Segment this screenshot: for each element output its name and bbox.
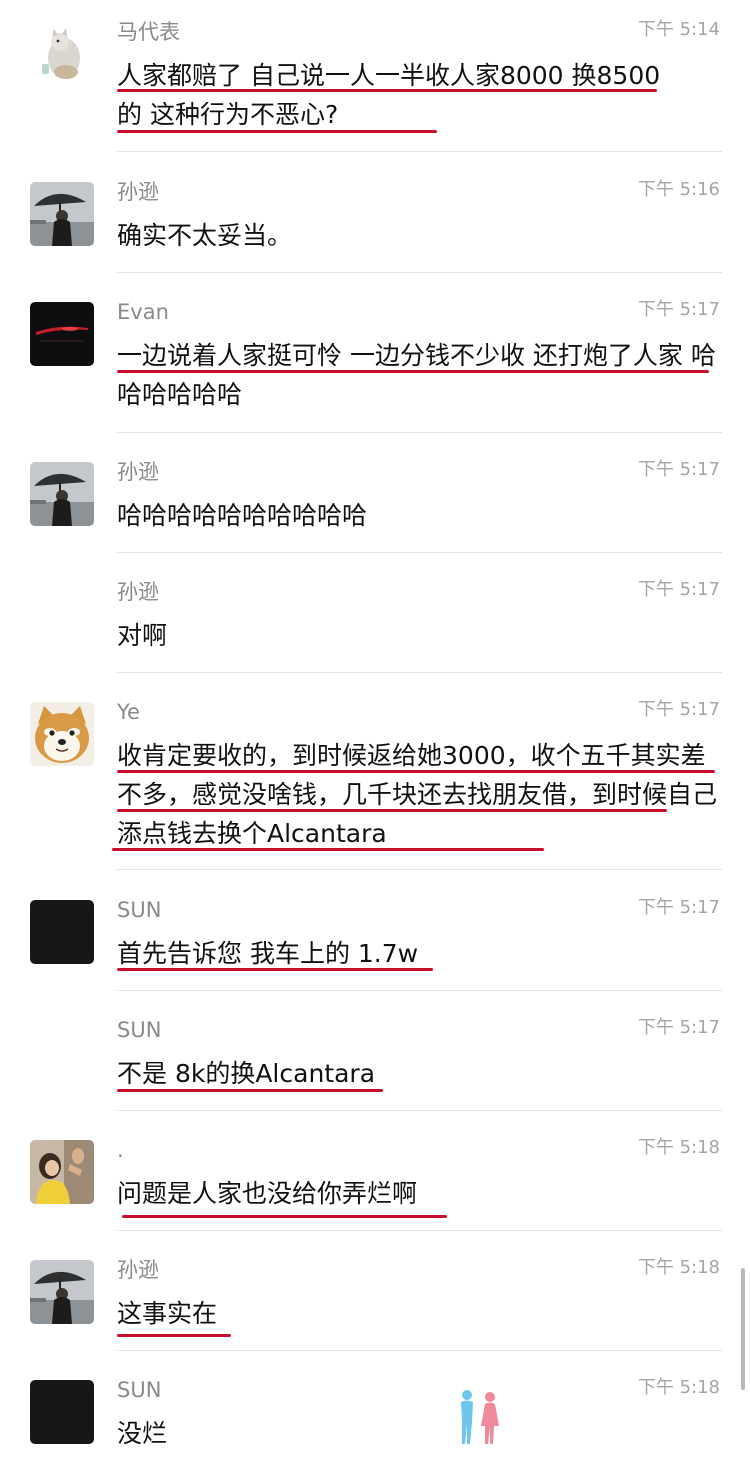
sender-name: SUN [117,1018,162,1042]
message-time: 下午 5:18 [637,1257,720,1278]
cat-figurine-avatar[interactable] [30,22,94,86]
chat-message[interactable]: SUN 下午 5:17 首先告诉您 我车上的 1.7w [0,888,750,991]
sender-name: 马代表 [117,20,180,44]
sender-name: SUN [117,1378,162,1402]
chat-message[interactable]: 孙逊 下午 5:16 确实不太妥当。 [0,170,750,273]
dark-car-taillight-avatar[interactable] [30,302,94,366]
message-time: 下午 5:17 [637,299,720,320]
chat-message[interactable]: SUN 下午 5:17 不是 8k的换Alcantara [0,1008,750,1111]
message-time: 下午 5:17 [637,579,720,600]
message-text: 问题是人家也没给你弄烂啊 [117,1179,418,1208]
highlight-underline [117,770,715,773]
message-text: 人家都赔了 自己说一人一半收人家8000 换8500的 这种行为不恶心? [117,61,661,129]
message-time: 下午 5:17 [637,459,720,480]
sender-name: 孙逊 [117,460,159,484]
sender-name: SUN [117,898,162,922]
message-text: 没烂 [117,1419,168,1448]
umbrella-person-avatar[interactable] [30,462,94,526]
sender-name: 孙逊 [117,180,159,204]
couple-silhouette-watermark [461,1390,499,1444]
black-square-avatar[interactable] [30,900,94,964]
chat-message[interactable]: SUN 下午 5:18 没烂 [0,1368,750,1466]
chat-message-list[interactable]: 马代表 下午 5:14 人家都赔了 自己说一人一半收人家8000 换8500的 … [0,0,750,1466]
sender-name: Evan [117,300,169,324]
sender-name: Ye [117,700,140,724]
message-text: 对啊 [117,621,168,650]
chat-message[interactable]: Evan 下午 5:17 一边说着人家挺可怜 一边分钱不少收 还打炮了人家 哈哈… [0,290,750,433]
message-text: 不是 8k的换Alcantara [117,1059,376,1088]
chat-message[interactable]: Ye 下午 5:17 收肯定要收的，到时候返给她3000，收个五千其实差不多，感… [0,690,750,870]
highlight-underline [117,1334,231,1337]
highlight-underline [122,1215,447,1218]
message-divider [117,1230,722,1231]
black-square-avatar[interactable] [30,1380,94,1444]
message-time: 下午 5:18 [637,1137,720,1158]
woman-photo-avatar[interactable] [30,1140,94,1204]
message-text: 确实不太妥当。 [117,221,293,250]
message-divider [117,869,722,870]
message-time: 下午 5:17 [637,1017,720,1038]
message-divider [117,990,722,991]
message-time: 下午 5:17 [637,699,720,720]
scrollbar-thumb[interactable] [741,1268,745,1390]
message-time: 下午 5:18 [637,1377,720,1398]
message-divider [117,1350,722,1351]
highlight-underline [117,968,433,971]
highlight-underline [117,89,657,92]
chat-message[interactable]: 孙逊 下午 5:17 哈哈哈哈哈哈哈哈哈哈 [0,450,750,553]
umbrella-person-avatar[interactable] [30,1260,94,1324]
chat-message[interactable]: 马代表 下午 5:14 人家都赔了 自己说一人一半收人家8000 换8500的 … [0,10,750,152]
highlight-underline [117,130,437,133]
sender-name: 孙逊 [117,1258,159,1282]
highlight-underline [112,848,544,851]
sender-name: 孙逊 [117,580,159,604]
message-text: 这事实在 [117,1299,218,1328]
message-divider [117,552,722,553]
message-text: 哈哈哈哈哈哈哈哈哈哈 [117,501,368,530]
chat-message[interactable]: . 下午 5:18 问题是人家也没给你弄烂啊 [0,1128,750,1231]
highlight-underline [117,809,667,812]
chat-message[interactable]: 孙逊 下午 5:18 这事实在 [0,1248,750,1351]
message-divider [117,1110,722,1111]
message-divider [117,672,722,673]
message-time: 下午 5:17 [637,897,720,918]
umbrella-person-avatar[interactable] [30,182,94,246]
message-divider [117,151,722,152]
message-time: 下午 5:14 [637,19,720,40]
highlight-underline [117,1089,383,1092]
message-divider [117,272,722,273]
sender-name: . [117,1138,124,1162]
chat-message[interactable]: 孙逊 下午 5:17 对啊 [0,570,750,673]
message-text: 收肯定要收的，到时候返给她3000，收个五千其实差不多，感觉没啥钱，几千块还去找… [117,741,718,848]
message-time: 下午 5:16 [637,179,720,200]
message-text: 一边说着人家挺可怜 一边分钱不少收 还打炮了人家 哈哈哈哈哈哈 [117,341,716,409]
message-divider [117,432,722,433]
highlight-underline [117,370,709,373]
shiba-dog-avatar[interactable] [30,702,94,766]
